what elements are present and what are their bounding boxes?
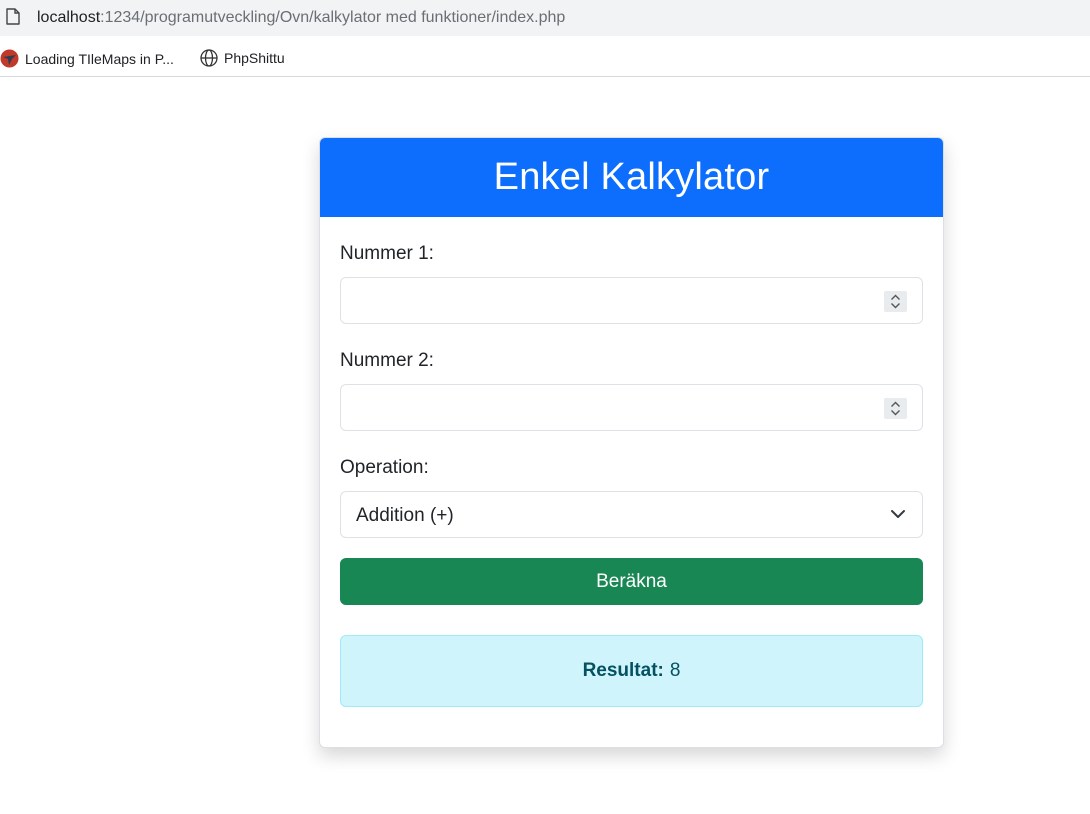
bookmark-phpshittu[interactable]: PhpShittu — [200, 49, 285, 67]
chevron-down-icon — [891, 510, 905, 518]
number1-label: Nummer 1: — [340, 243, 434, 264]
bookmark-label: PhpShittu — [224, 50, 285, 66]
number1-input[interactable] — [340, 277, 923, 324]
address-bar[interactable]: localhost:1234/programutveckling/Ovn/kal… — [0, 0, 1090, 36]
number2-spinner[interactable] — [884, 398, 907, 419]
operation-label: Operation: — [340, 457, 429, 478]
spinner-arrows-icon — [891, 294, 900, 309]
url-host: localhost — [37, 9, 101, 26]
url-text[interactable]: localhost:1234/programutveckling/Ovn/kal… — [37, 9, 565, 27]
page-icon — [6, 8, 20, 25]
card-header: Enkel Kalkylator — [320, 138, 943, 217]
result-label: Resultat: — [582, 660, 664, 681]
calculate-button[interactable]: Beräkna — [340, 558, 923, 605]
operation-select[interactable]: Addition (+) — [340, 491, 923, 538]
number2-label: Nummer 2: — [340, 350, 434, 371]
operation-selected-value: Addition (+) — [356, 505, 454, 526]
bookmarks-bar: Loading TIleMaps in P... PhpShittu — [0, 36, 1090, 77]
globe-icon — [200, 49, 218, 67]
result-alert: Resultat: 8 — [340, 635, 923, 707]
bookmark-favicon-icon — [0, 49, 19, 68]
number1-spinner[interactable] — [884, 291, 907, 312]
calculator-card: Enkel Kalkylator Nummer 1: Nummer 2: Ope… — [319, 137, 944, 748]
bookmark-label: Loading TIleMaps in P... — [25, 50, 174, 67]
bookmark-tilemaps[interactable]: Loading TIleMaps in P... — [0, 49, 174, 68]
number2-input[interactable] — [340, 384, 923, 431]
url-path: :1234/programutveckling/Ovn/kalkylator m… — [100, 9, 566, 26]
page-title: Enkel Kalkylator — [493, 156, 770, 198]
spinner-arrows-icon — [891, 401, 900, 416]
result-value: 8 — [669, 660, 681, 681]
